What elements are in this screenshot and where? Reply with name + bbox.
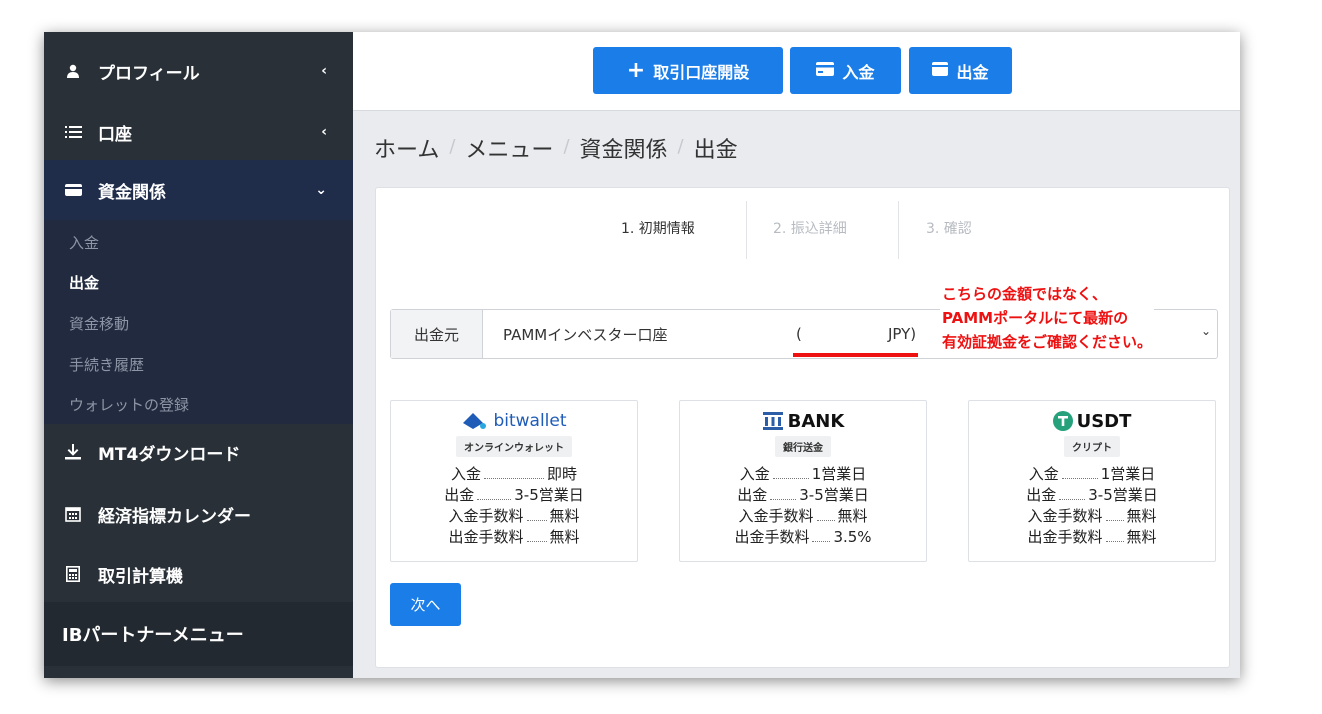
bitwallet-logo: bitwallet: [391, 409, 637, 433]
deposit-label: 入金: [842, 62, 875, 82]
sidebar-item-calendar[interactable]: 経済指標カレンダー: [44, 484, 353, 544]
brand-name: BANK: [787, 410, 845, 432]
step-1-initial-info: 1. 初期情報: [621, 221, 695, 237]
breadcrumb: ホーム / メニュー / 資金関係 / 出金: [374, 132, 738, 164]
sidebar-item-calculator[interactable]: 取引計算機: [44, 544, 353, 604]
method-badge: クリプト: [1064, 436, 1120, 457]
chevron-down-icon: ⌄: [1200, 324, 1211, 338]
plus-icon: +: [626, 57, 646, 83]
bank-icon: [762, 412, 783, 430]
method-row: 入金 1営業日: [739, 465, 867, 483]
annotation-line: こちらの金額ではなく、: [942, 285, 1108, 303]
annotation-line: PAMMポータルにて最新の: [942, 309, 1129, 327]
tether-icon: [1052, 411, 1073, 431]
breadcrumb-funds[interactable]: 資金関係: [580, 132, 668, 164]
method-row: 入金 1営業日: [1028, 465, 1156, 483]
user-icon: [64, 62, 82, 80]
method-row: 出金 3-5営業日: [1026, 486, 1158, 504]
ib-partner-menu[interactable]: IBパートナーメニュー: [44, 602, 353, 666]
source-balance-open: (: [796, 325, 802, 343]
step-2-transfer-details: 2. 振込詳細: [773, 221, 847, 237]
breadcrumb-separator: /: [449, 136, 456, 157]
bitwallet-icon: [463, 413, 487, 429]
open-account-label: 取引口座開設: [653, 62, 750, 82]
list-icon: [64, 123, 82, 141]
withdraw-button[interactable]: 出金: [909, 47, 1012, 94]
sidebar-item-label: MT4ダウンロード: [98, 444, 241, 465]
method-row: 出金 3-5営業日: [444, 486, 584, 504]
source-label: 出金元: [391, 310, 483, 358]
chevron-left-icon: ‹: [321, 124, 327, 140]
app-window: プロフィール ‹ 口座 ‹ 資金関係 ⌄ 入金 出金 資金移動 手続き履歴 ウォ…: [44, 32, 1240, 678]
funds-submenu: 入金 出金 資金移動 手続き履歴 ウォレットの登録: [44, 220, 353, 424]
annotation-underline: [793, 353, 918, 357]
sidebar-item-profile[interactable]: プロフィール ‹: [44, 41, 353, 101]
annotation-note: こちらの金額ではなく、 PAMMポータルにて最新の 有効証拠金をご確認ください。: [940, 282, 1155, 354]
breadcrumb-menu[interactable]: メニュー: [465, 132, 553, 164]
chevron-left-icon: ‹: [321, 63, 327, 79]
method-row: 出金手数料 3.5%: [734, 528, 872, 546]
submenu-item-wallet-register[interactable]: ウォレットの登録: [69, 394, 189, 415]
wallet-icon: [64, 181, 82, 199]
credit-card-icon: [816, 61, 835, 80]
method-badge: オンラインウォレット: [456, 436, 572, 457]
download-icon: [64, 443, 82, 461]
breadcrumb-separator: /: [677, 136, 684, 157]
method-card-usdt[interactable]: USDT クリプト 入金 1営業日 出金 3-5営業日 入金手数料 無料 出金手数料無…: [968, 400, 1216, 562]
breadcrumb-home[interactable]: ホーム: [374, 132, 439, 164]
top-bar: + 取引口座開設 入金 出金: [353, 32, 1240, 111]
usdt-logo: USDT: [969, 409, 1215, 433]
brand-name: USDT: [1076, 410, 1132, 432]
bank-logo: BANK: [680, 409, 926, 433]
step-3-confirm: 3. 確認: [926, 221, 972, 237]
annotation-line: 有効証拠金をご確認ください。: [942, 333, 1153, 351]
step-divider: [746, 201, 747, 259]
wallet-icon: [932, 61, 949, 80]
method-row: 出金 3-5営業日: [737, 486, 869, 504]
method-card-bitwallet[interactable]: bitwallet オンラインウォレット 入金 即時 出金 3-5営業日 入金手数料…: [390, 400, 638, 562]
source-balance-currency: JPY): [888, 325, 917, 343]
chevron-down-icon: ⌄: [315, 182, 327, 198]
breadcrumb-separator: /: [563, 136, 570, 157]
method-row: 出金手数料 無料: [1027, 528, 1157, 546]
open-account-button[interactable]: + 取引口座開設: [593, 47, 783, 94]
next-button[interactable]: 次へ: [390, 583, 461, 626]
deposit-button[interactable]: 入金: [790, 47, 901, 94]
calendar-icon: [64, 505, 82, 523]
method-row: 入金手数料 無料: [738, 507, 868, 525]
withdraw-label: 出金: [956, 62, 989, 82]
sidebar-item-label: 取引計算機: [98, 566, 183, 587]
method-row: 入金 即時: [450, 465, 578, 483]
submenu-item-transfer[interactable]: 資金移動: [69, 313, 129, 334]
sidebar-item-mt4-download[interactable]: MT4ダウンロード: [44, 422, 353, 482]
brand-name: bitwallet: [493, 411, 567, 431]
method-row: 出金手数料 無料: [448, 528, 580, 546]
step-divider: [898, 201, 899, 259]
source-account-value: PAMMインベスター口座: [503, 325, 668, 344]
calculator-icon: [64, 565, 82, 583]
submenu-item-history[interactable]: 手続き履歴: [69, 354, 144, 375]
sidebar: プロフィール ‹ 口座 ‹ 資金関係 ⌄ 入金 出金 資金移動 手続き履歴 ウォ…: [44, 32, 353, 678]
breadcrumb-current: 出金: [693, 138, 738, 163]
sidebar-item-label: 資金関係: [98, 182, 166, 203]
method-row: 入金手数料 無料: [448, 507, 580, 525]
method-card-bank[interactable]: BANK 銀行送金 入金 1営業日 出金 3-5営業日 入金手数料 無料 出金手数料 3…: [679, 400, 927, 562]
sidebar-item-label: 経済指標カレンダー: [98, 506, 251, 527]
sidebar-item-label: 口座: [98, 124, 132, 145]
method-badge: 銀行送金: [775, 436, 831, 457]
submenu-item-deposit[interactable]: 入金: [69, 232, 99, 253]
sidebar-item-funds[interactable]: 資金関係 ⌄: [44, 160, 353, 220]
sidebar-item-accounts[interactable]: 口座 ‹: [44, 102, 353, 162]
method-row: 入金手数料 無料: [1027, 507, 1157, 525]
withdraw-form-card: 1. 初期情報 2. 振込詳細 3. 確認 出金元 PAMMインベスター口座 (…: [375, 187, 1230, 668]
submenu-item-withdraw[interactable]: 出金: [69, 272, 99, 293]
sidebar-item-label: プロフィール: [98, 63, 200, 84]
